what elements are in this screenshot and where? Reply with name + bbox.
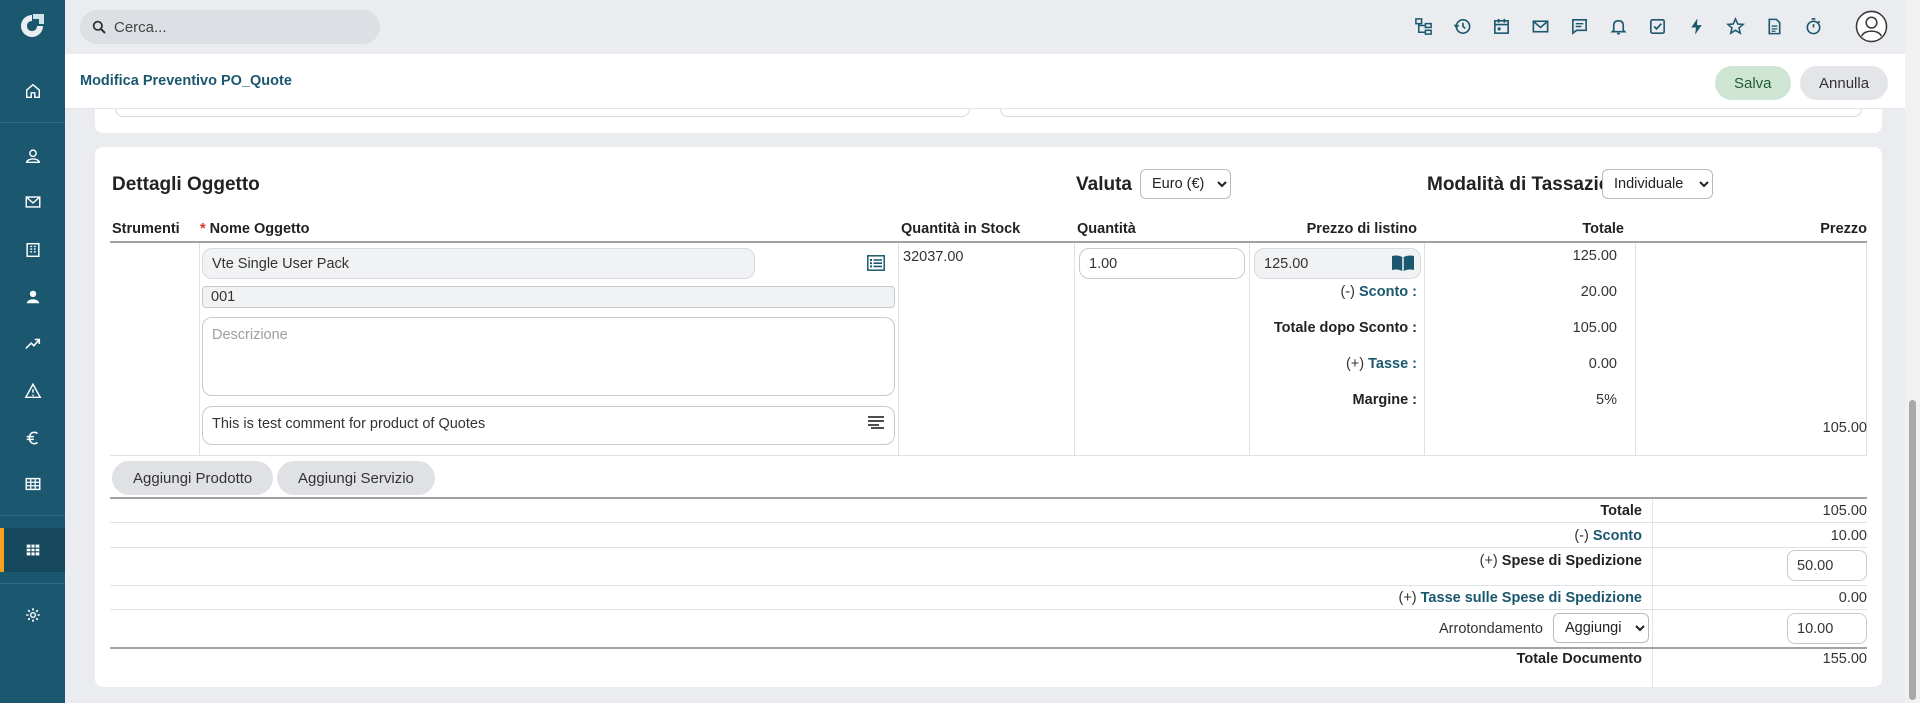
- totals-shipping-label: (+) Spese di Spedizione: [1479, 553, 1642, 569]
- previous-field[interactable]: [115, 109, 970, 117]
- search-box[interactable]: [80, 10, 380, 44]
- timer-icon[interactable]: [1802, 15, 1824, 37]
- totals-total-value: 105.00: [1822, 503, 1867, 519]
- rounding-value-input[interactable]: [1787, 613, 1867, 644]
- totals-rounding-label: Arrotondamento: [1439, 621, 1543, 637]
- sidebar: [0, 0, 65, 703]
- person-icon: [26, 290, 39, 304]
- previous-section-card: [95, 109, 1882, 133]
- top-bar: [65, 0, 1905, 54]
- column-header-list-price: Prezzo di listino: [1306, 221, 1417, 237]
- sidebar-item-accounts[interactable]: [0, 228, 65, 272]
- item-comment-textarea[interactable]: This is test comment for product of Quot…: [202, 406, 895, 445]
- warning-icon: [24, 382, 41, 399]
- cancel-button[interactable]: Annulla: [1800, 66, 1889, 100]
- item-details-card: Dettagli Oggetto Valuta Euro (€) Modalit…: [95, 147, 1882, 689]
- table-icon: [25, 477, 40, 491]
- envelope-icon: [25, 196, 40, 208]
- totals-discount-label[interactable]: (-) Sconto: [1574, 528, 1642, 544]
- sidebar-item-contacts[interactable]: [0, 134, 65, 178]
- add-service-button[interactable]: Aggiungi Servizio: [277, 461, 435, 495]
- home-icon: [25, 83, 40, 99]
- item-code-input[interactable]: [202, 286, 895, 308]
- document-icon[interactable]: [1763, 15, 1785, 37]
- record-header: Modifica Preventivo PO_Quote Salva Annul…: [65, 54, 1905, 109]
- line-tax-label[interactable]: (+) Tasse :: [1346, 356, 1417, 372]
- column-header-item-name: * Nome Oggetto: [200, 221, 310, 237]
- star-icon[interactable]: [1724, 15, 1746, 37]
- totals-shipping-tax-value: 0.00: [1838, 590, 1867, 606]
- line-margin-label: Margine :: [1352, 392, 1417, 408]
- building-icon: [25, 242, 40, 258]
- sidebar-item-mail[interactable]: [0, 180, 65, 224]
- sidebar-item-person[interactable]: [0, 275, 65, 319]
- totals-divider: [110, 497, 1867, 499]
- line-total-value: 125.00: [1572, 248, 1617, 264]
- scrollbar-thumb[interactable]: [1909, 400, 1916, 700]
- chat-icon[interactable]: [1568, 15, 1590, 37]
- app-logo-icon[interactable]: [17, 12, 47, 40]
- history-icon[interactable]: [1451, 15, 1473, 37]
- product-list-icon[interactable]: [867, 255, 885, 271]
- column-header-qty: Quantità: [1077, 221, 1136, 237]
- header-divider: [110, 241, 1867, 243]
- previous-field[interactable]: [1000, 109, 1862, 117]
- sidebar-item-settings[interactable]: [0, 593, 65, 637]
- currency-select[interactable]: Euro (€): [1140, 169, 1231, 199]
- item-name-input[interactable]: [202, 248, 755, 279]
- bell-icon[interactable]: [1607, 15, 1629, 37]
- euro-icon: [26, 431, 38, 445]
- line-margin-value: 5%: [1596, 392, 1617, 408]
- column-header-stock-qty: Quantità in Stock: [901, 221, 1021, 237]
- column-header-total: Totale: [1582, 221, 1624, 237]
- save-button[interactable]: Salva: [1715, 66, 1791, 100]
- price-book-icon[interactable]: [1391, 254, 1415, 273]
- mail-icon[interactable]: [1529, 15, 1551, 37]
- row-divider: [110, 455, 1867, 456]
- user-outline-icon: [25, 149, 40, 164]
- sidebar-item-alerts[interactable]: [0, 369, 65, 413]
- page-title: Modifica Preventivo PO_Quote: [80, 73, 292, 89]
- grid-icon: [26, 544, 39, 556]
- gear-icon: [25, 608, 40, 622]
- required-marker: *: [200, 221, 206, 237]
- sidebar-item-home[interactable]: [0, 69, 65, 113]
- sidebar-item-sales[interactable]: [0, 322, 65, 366]
- currency-label: Valuta: [1076, 174, 1132, 195]
- sidebar-item-quotes[interactable]: [0, 528, 65, 572]
- item-description-textarea[interactable]: [202, 317, 895, 396]
- tax-mode-select[interactable]: Individuale: [1602, 169, 1713, 199]
- grand-total-value: 155.00: [1822, 651, 1867, 667]
- search-icon: [92, 20, 106, 34]
- trend-up-icon: [24, 338, 40, 350]
- column-header-tools: Strumenti: [112, 221, 180, 237]
- add-product-button[interactable]: Aggiungi Prodotto: [112, 461, 274, 495]
- line-discount-label[interactable]: (-) Sconto :: [1340, 284, 1417, 300]
- stock-qty-value: 32037.00: [903, 249, 964, 265]
- calendar-icon[interactable]: [1490, 15, 1512, 37]
- shipping-cost-input[interactable]: [1787, 550, 1867, 581]
- column-header-price: Prezzo: [1820, 221, 1867, 237]
- notes-icon[interactable]: [867, 415, 885, 429]
- avatar[interactable]: [1855, 10, 1888, 43]
- search-input[interactable]: [114, 10, 364, 44]
- line-discount-value: 20.00: [1580, 284, 1617, 300]
- line-total-after-discount-value: 105.00: [1572, 320, 1617, 336]
- org-chart-icon[interactable]: [1412, 15, 1434, 37]
- line-tax-value: 0.00: [1588, 356, 1617, 372]
- sidebar-item-finance[interactable]: [0, 416, 65, 460]
- line-total-after-discount-label: Totale dopo Sconto :: [1273, 320, 1417, 336]
- section-title: Dettagli Oggetto: [112, 174, 260, 195]
- totals-total-label: Totale: [1600, 503, 1642, 519]
- lightning-icon[interactable]: [1685, 15, 1707, 37]
- task-check-icon[interactable]: [1646, 15, 1668, 37]
- totals-shipping-tax-label[interactable]: (+) Tasse sulle Spese di Spedizione: [1399, 590, 1643, 606]
- grand-total-label: Totale Documento: [1516, 651, 1642, 667]
- totals-discount-value: 10.00: [1830, 528, 1867, 544]
- line-net-price-value: 105.00: [1822, 420, 1867, 436]
- sidebar-item-tables[interactable]: [0, 462, 65, 506]
- rounding-mode-select[interactable]: Aggiungi: [1553, 613, 1649, 643]
- quantity-input[interactable]: [1079, 248, 1245, 279]
